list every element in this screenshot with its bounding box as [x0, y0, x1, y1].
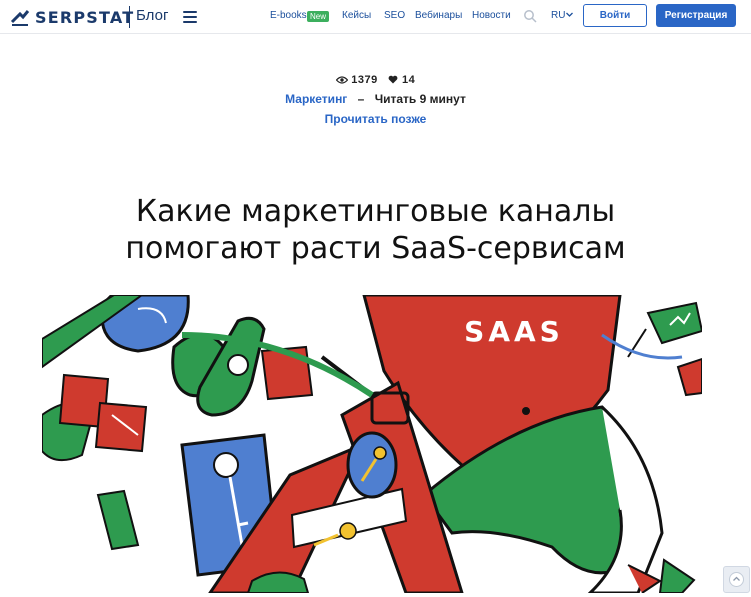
serpstat-logo[interactable]: SERPSTAT	[10, 7, 134, 27]
nav-item-webinars[interactable]: Вебинары	[415, 10, 462, 21]
chevron-down-icon[interactable]	[566, 12, 573, 18]
new-badge: New	[307, 11, 330, 22]
nav-item-seo[interactable]: SEO	[384, 10, 405, 21]
scroll-button[interactable]	[723, 566, 750, 593]
scroll-icon	[729, 572, 744, 587]
meta-separator: –	[357, 92, 365, 106]
logo-text: SERPSTAT	[35, 7, 135, 27]
heart-icon[interactable]	[388, 75, 398, 84]
nav-item-ebooks[interactable]: E-books	[270, 10, 307, 21]
login-button[interactable]: Войти	[583, 4, 647, 27]
search-icon[interactable]	[523, 9, 537, 23]
title-line-2: помогают расти SaaS-сервисам	[125, 231, 626, 266]
language-selector[interactable]: RU	[551, 10, 565, 21]
read-later-link[interactable]: Прочитать позже	[0, 112, 751, 126]
serpstat-logo-icon	[10, 10, 30, 26]
hamburger-menu-icon[interactable]	[183, 11, 197, 23]
likes-count: 14	[402, 74, 416, 86]
register-button[interactable]: Регистрация	[656, 4, 736, 27]
article-stats: 1379 14	[0, 74, 751, 86]
read-time: Читать 9 минут	[374, 92, 466, 106]
blog-label[interactable]: Блог	[136, 7, 168, 24]
category-link[interactable]: Маркетинг	[285, 92, 347, 106]
hero-saas-text: SAAS	[464, 315, 564, 348]
nav-item-cases[interactable]: Кейсы	[342, 10, 371, 21]
eye-icon	[335, 76, 349, 84]
views-count: 1379	[351, 74, 378, 86]
hero-illustration: SAAS	[42, 295, 702, 593]
top-header: SERPSTAT Блог E-books New Кейсы SEO Веби…	[0, 0, 751, 34]
logo-divider	[129, 6, 130, 28]
article-meta: Маркетинг – Читать 9 минут	[0, 92, 751, 106]
article-title: Какие маркетинговые каналы помогают раст…	[60, 193, 691, 267]
nav-item-news[interactable]: Новости	[472, 10, 511, 21]
title-line-1: Какие маркетинговые каналы	[135, 194, 616, 229]
